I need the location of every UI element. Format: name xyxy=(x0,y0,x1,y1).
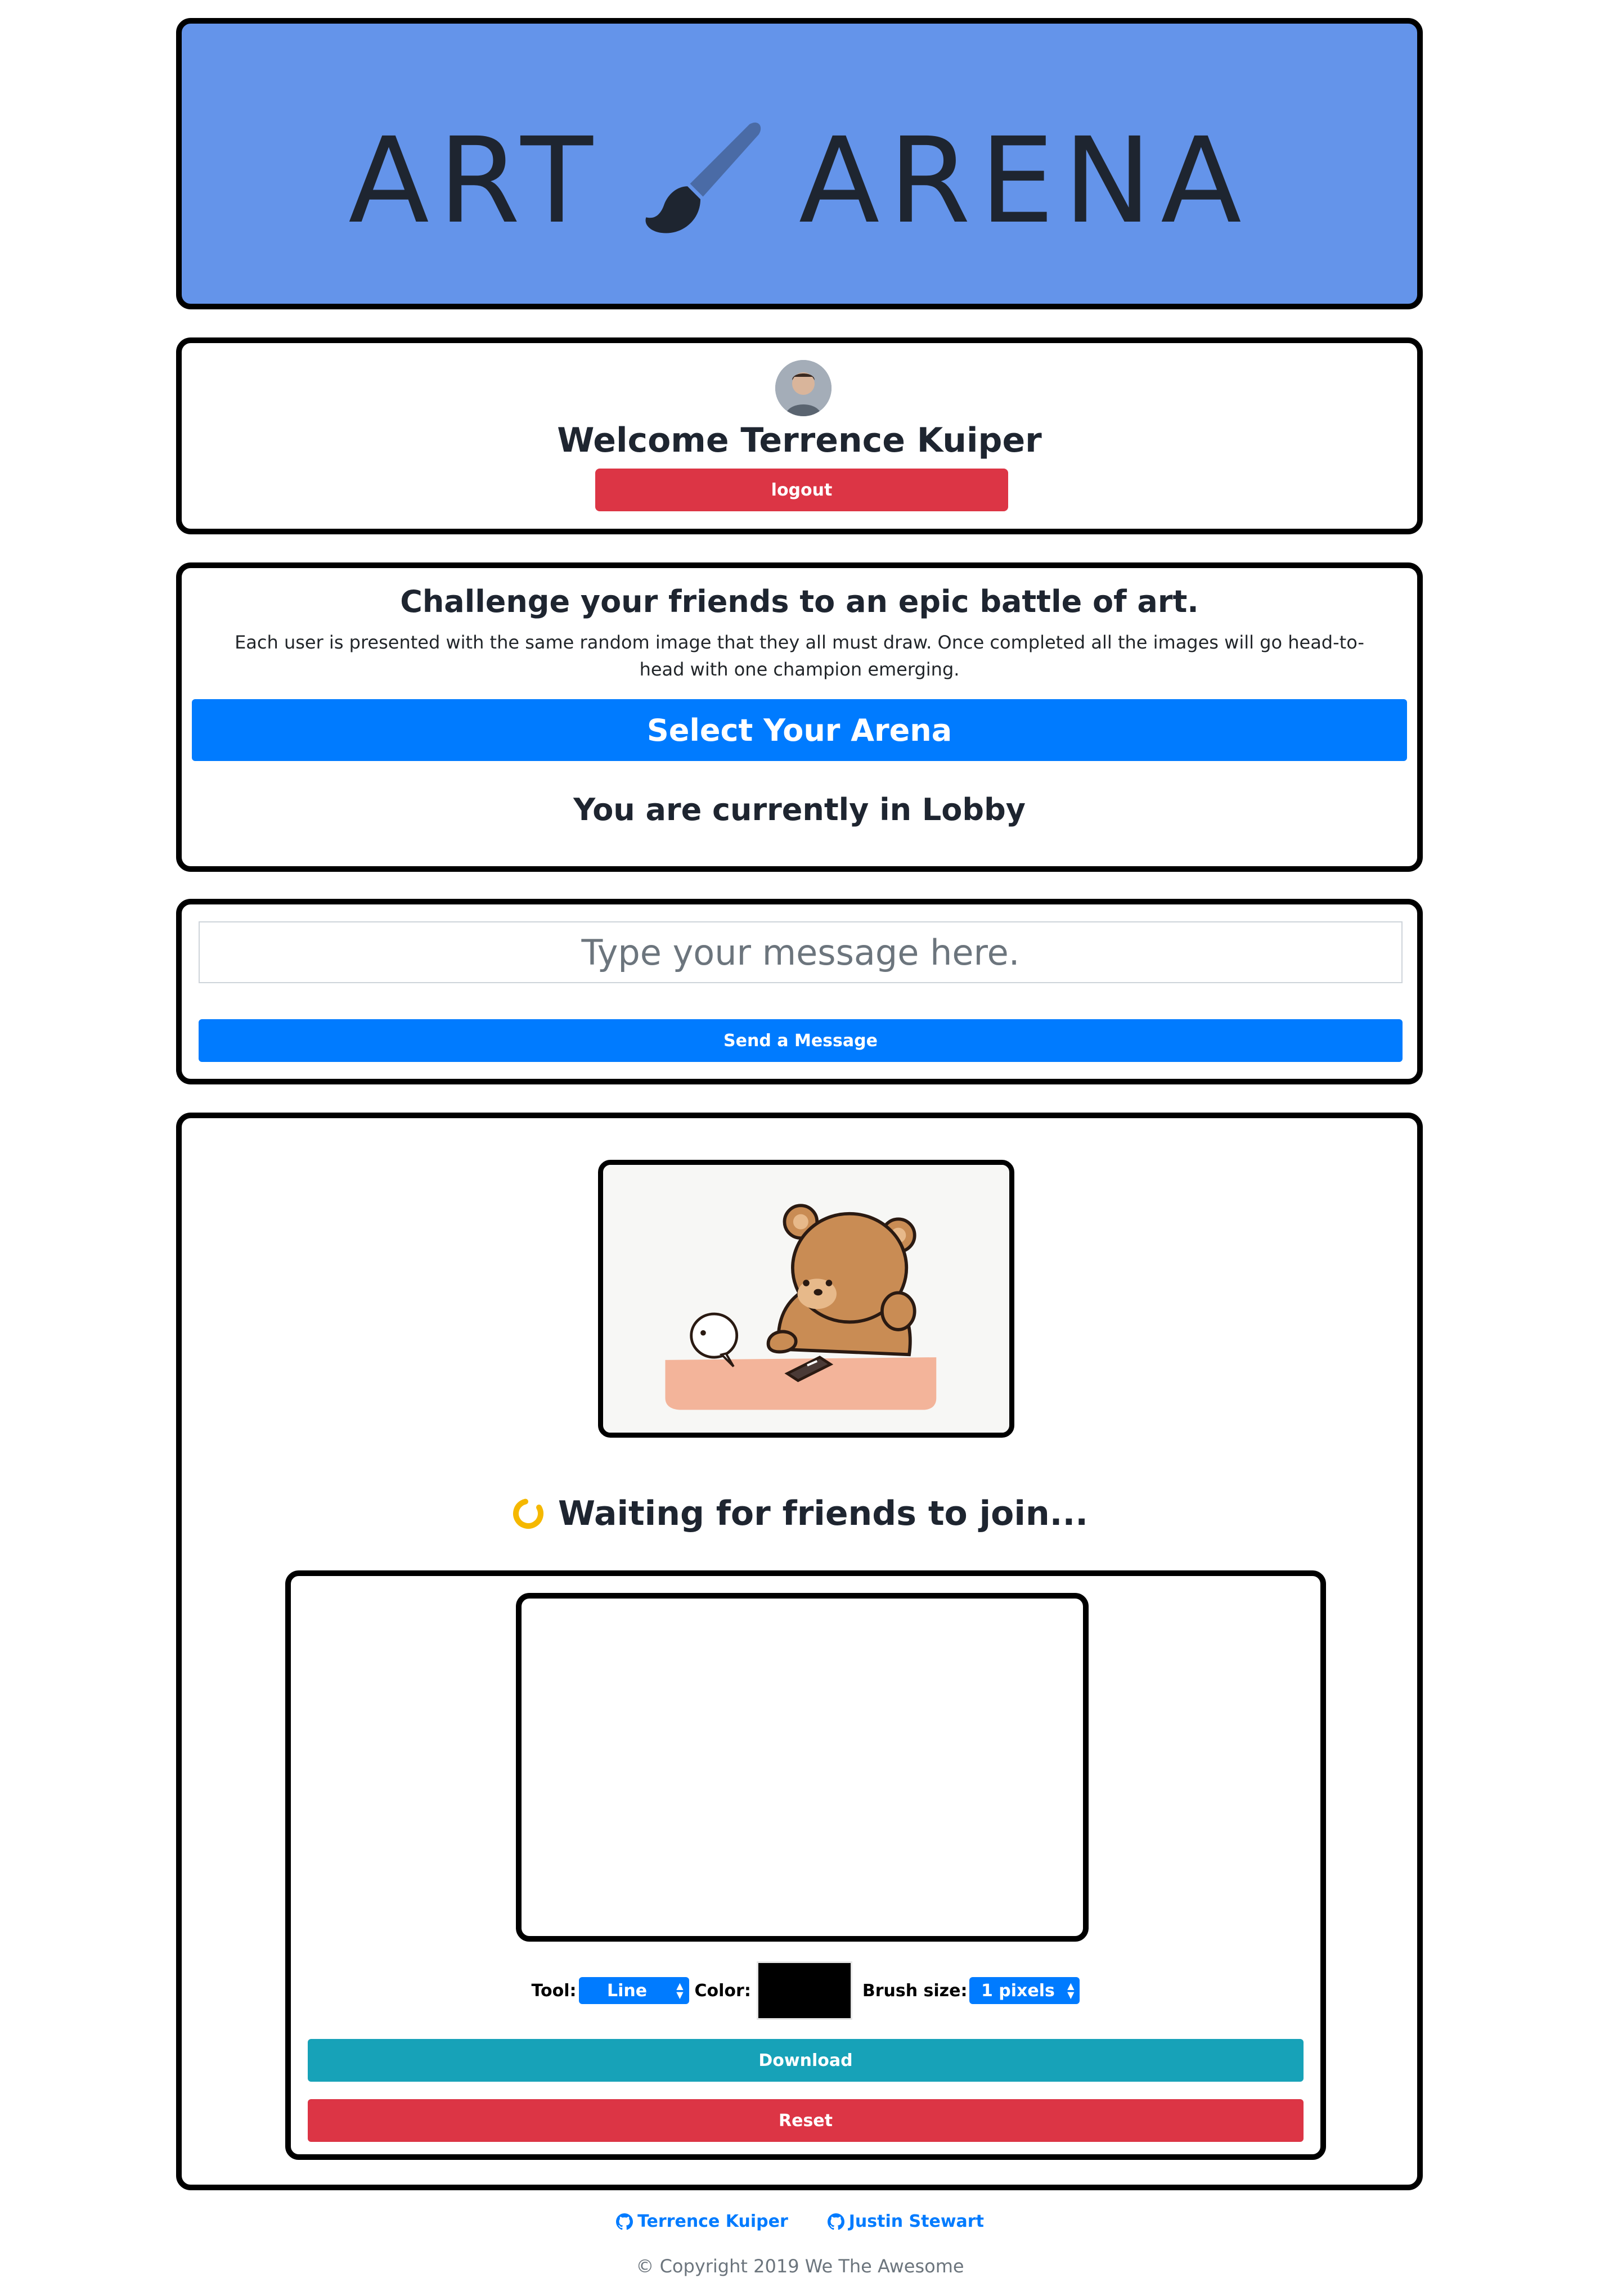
footer-link-label: Justin Stewart xyxy=(848,2212,984,2231)
brush-size-select[interactable]: 1 pixels ▲ ▼ xyxy=(969,1977,1080,2004)
color-picker[interactable] xyxy=(756,1961,852,2020)
footer-link-justin[interactable]: Justin Stewart xyxy=(827,2212,984,2231)
challenge-title: Challenge your friends to an epic battle… xyxy=(400,584,1199,619)
reset-button[interactable]: Reset xyxy=(308,2099,1304,2142)
github-icon xyxy=(616,2213,633,2230)
github-icon xyxy=(827,2213,844,2230)
footer-link-terrence[interactable]: Terrence Kuiper xyxy=(616,2212,788,2231)
send-message-button[interactable]: Send a Message xyxy=(199,1019,1403,1062)
copyright-text: © Copyright 2019 We The Awesome xyxy=(636,2256,964,2277)
message-card: Send a Message xyxy=(176,899,1423,1084)
drawing-canvas[interactable] xyxy=(516,1593,1089,1942)
title-arena: ARENA xyxy=(798,112,1251,250)
logout-button[interactable]: logout xyxy=(595,469,1008,511)
title-art: ART xyxy=(348,112,602,250)
loading-spinner-icon xyxy=(513,1498,543,1529)
game-card: Waiting for friends to join... Tool: Lin… xyxy=(176,1113,1423,2190)
paintbrush-icon xyxy=(645,122,761,233)
footer-link-label: Terrence Kuiper xyxy=(637,2212,788,2231)
select-arrows-icon: ▲ ▼ xyxy=(1067,1980,1075,2000)
challenge-card: Challenge your friends to an epic battle… xyxy=(176,562,1423,872)
challenge-description: Each user is presented with the same ran… xyxy=(235,632,1364,680)
reference-image xyxy=(598,1160,1014,1438)
app-title: ART ARENA xyxy=(182,116,1417,246)
drawing-toolbar: Tool: Line ▲ ▼ Color: Brush size: 1 pixel… xyxy=(291,1960,1320,2022)
brush-size-value: 1 pixels xyxy=(981,1980,1055,2001)
welcome-card: Welcome Terrence Kuiper logout xyxy=(176,337,1423,534)
avatar xyxy=(775,360,832,416)
waiting-status: Waiting for friends to join... xyxy=(182,1494,1417,1533)
brush-size-label: Brush size: xyxy=(862,1980,968,2001)
message-input[interactable] xyxy=(199,921,1403,983)
drawing-panel: Tool: Line ▲ ▼ Color: Brush size: 1 pixel… xyxy=(285,1570,1326,2160)
download-button[interactable]: Download xyxy=(308,2039,1304,2082)
tool-select-value: Line xyxy=(606,1980,648,2001)
tool-select[interactable]: Line ▲ ▼ xyxy=(578,1977,689,2004)
tool-label: Tool: xyxy=(531,1980,577,2001)
color-label: Color: xyxy=(694,1980,751,2001)
header-banner: ART ARENA xyxy=(176,18,1423,309)
bear-illustration xyxy=(605,1165,1007,1433)
waiting-text: Waiting for friends to join... xyxy=(558,1494,1089,1533)
welcome-text: Welcome Terrence Kuiper xyxy=(557,421,1042,460)
footer-links: Terrence Kuiper Justin Stewart xyxy=(0,2212,1600,2231)
select-arrows-icon: ▲ ▼ xyxy=(676,1980,684,2000)
select-arena-button[interactable]: Select Your Arena xyxy=(192,699,1407,761)
lobby-status: You are currently in Lobby xyxy=(573,792,1026,827)
